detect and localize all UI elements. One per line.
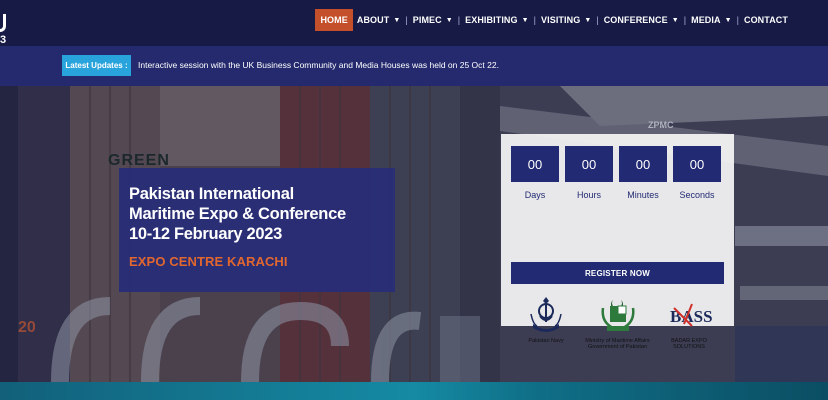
site-header: 3 HOME ABOUT ▼ | PIMEC ▼ | EXHIBITING ▼ | V…: [0, 0, 828, 46]
nav-home[interactable]: HOME: [315, 9, 353, 31]
event-title-card: Pakistan International Maritime Expo & C…: [119, 168, 395, 292]
nav-exhibiting[interactable]: EXHIBITING ▼: [461, 9, 533, 31]
logo-digit: 3: [0, 34, 7, 46]
nav-media[interactable]: MEDIA ▼: [687, 9, 736, 31]
sponsor-caption: Pakistan Navy: [528, 338, 564, 344]
nav-separator: |: [683, 15, 687, 25]
nav-separator: |: [457, 15, 461, 25]
chevron-down-icon: ▼: [521, 16, 529, 24]
latest-updates-label: Latest Updates :: [62, 55, 131, 76]
sponsor-caption-line-2: SOLUTIONS: [673, 344, 705, 350]
chevron-down-icon: ▼: [671, 16, 679, 24]
chevron-down-icon: ▼: [724, 16, 732, 24]
government-emblem-icon: [600, 300, 635, 331]
nav-separator: |: [533, 15, 537, 25]
chevron-down-icon: ▼: [584, 16, 592, 24]
countdown-label: Minutes: [627, 190, 659, 200]
nav-separator: |: [405, 15, 408, 25]
sponsor-pakistan-navy[interactable]: Pakistan Navy: [511, 294, 581, 344]
countdown-value: 00: [511, 146, 559, 182]
nav-label: MEDIA: [691, 15, 721, 25]
next-section-preview: [0, 382, 828, 400]
register-now-button[interactable]: REGISTER NOW: [511, 262, 724, 284]
site-logo[interactable]: 3: [0, 14, 14, 48]
nav-label: VISITING: [541, 15, 581, 25]
navy-crest-icon: [530, 297, 562, 332]
sponsor-ministry-maritime[interactable]: Ministry of Maritime Affairs Government …: [583, 294, 653, 350]
event-venue: EXPO CENTRE KARACHI: [129, 254, 288, 269]
logo-mark-icon: [0, 14, 6, 32]
main-nav: HOME ABOUT ▼ | PIMEC ▼ | EXHIBITING ▼ | VIS…: [315, 9, 792, 31]
countdown-value: 00: [565, 146, 613, 182]
latest-updates-bar: Latest Updates : Interactive session wit…: [0, 46, 828, 86]
countdown-value: 00: [619, 146, 667, 182]
nav-visiting[interactable]: VISITING ▼: [537, 9, 595, 31]
latest-update-ticker[interactable]: Interactive session with the UK Business…: [138, 60, 499, 70]
nav-contact[interactable]: CONTACT: [740, 9, 792, 31]
sponsor-caption-line-2: Government of Pakistan: [587, 344, 647, 350]
countdown-label: Hours: [576, 190, 601, 200]
hero-banner: GREEN ZPMC 20 Pakistan International Mar…: [0, 86, 828, 382]
countdown-minutes: 00 Minutes: [619, 146, 667, 200]
countdown-days: 00 Days: [511, 146, 559, 200]
nav-label: PIMEC: [412, 15, 442, 25]
countdown-timer: 00 Days 00 Hours 00 Minutes 00 Seconds: [511, 146, 721, 200]
countdown-label: Seconds: [679, 190, 715, 200]
countdown-hours: 00 Hours: [565, 146, 613, 200]
nav-pimec[interactable]: PIMEC ▼: [409, 9, 457, 31]
countdown-label: Days: [524, 190, 546, 200]
nav-conference[interactable]: CONFERENCE ▼: [600, 9, 683, 31]
nav-about[interactable]: ABOUT ▼: [353, 9, 405, 31]
chevron-down-icon: ▼: [393, 16, 401, 24]
nav-separator: |: [736, 15, 739, 25]
event-title-line-1: Pakistan International: [129, 185, 294, 203]
nav-label: CONFERENCE: [603, 15, 668, 25]
nav-label: ABOUT: [356, 15, 390, 25]
sponsor-badar-expo[interactable]: BASS BADAR EXPO SOLUTIONS: [654, 294, 724, 350]
countdown-value: 00: [673, 146, 721, 182]
nav-separator: |: [596, 15, 599, 25]
nav-label: EXHIBITING: [465, 15, 518, 25]
countdown-card: 00 Days 00 Hours 00 Minutes 00 Seconds R…: [501, 134, 734, 350]
nav-label: HOME: [320, 15, 348, 25]
badar-expo-logo-icon: BASS: [670, 303, 712, 327]
chevron-down-icon: ▼: [445, 16, 453, 24]
nav-label: CONTACT: [743, 15, 788, 25]
event-title-line-2: Maritime Expo & Conference: [129, 205, 346, 223]
event-date: 10-12 February 2023: [129, 225, 282, 243]
sponsor-logos: Pakistan Navy Ministry of Maritime Affai…: [511, 294, 724, 360]
countdown-seconds: 00 Seconds: [673, 146, 721, 200]
